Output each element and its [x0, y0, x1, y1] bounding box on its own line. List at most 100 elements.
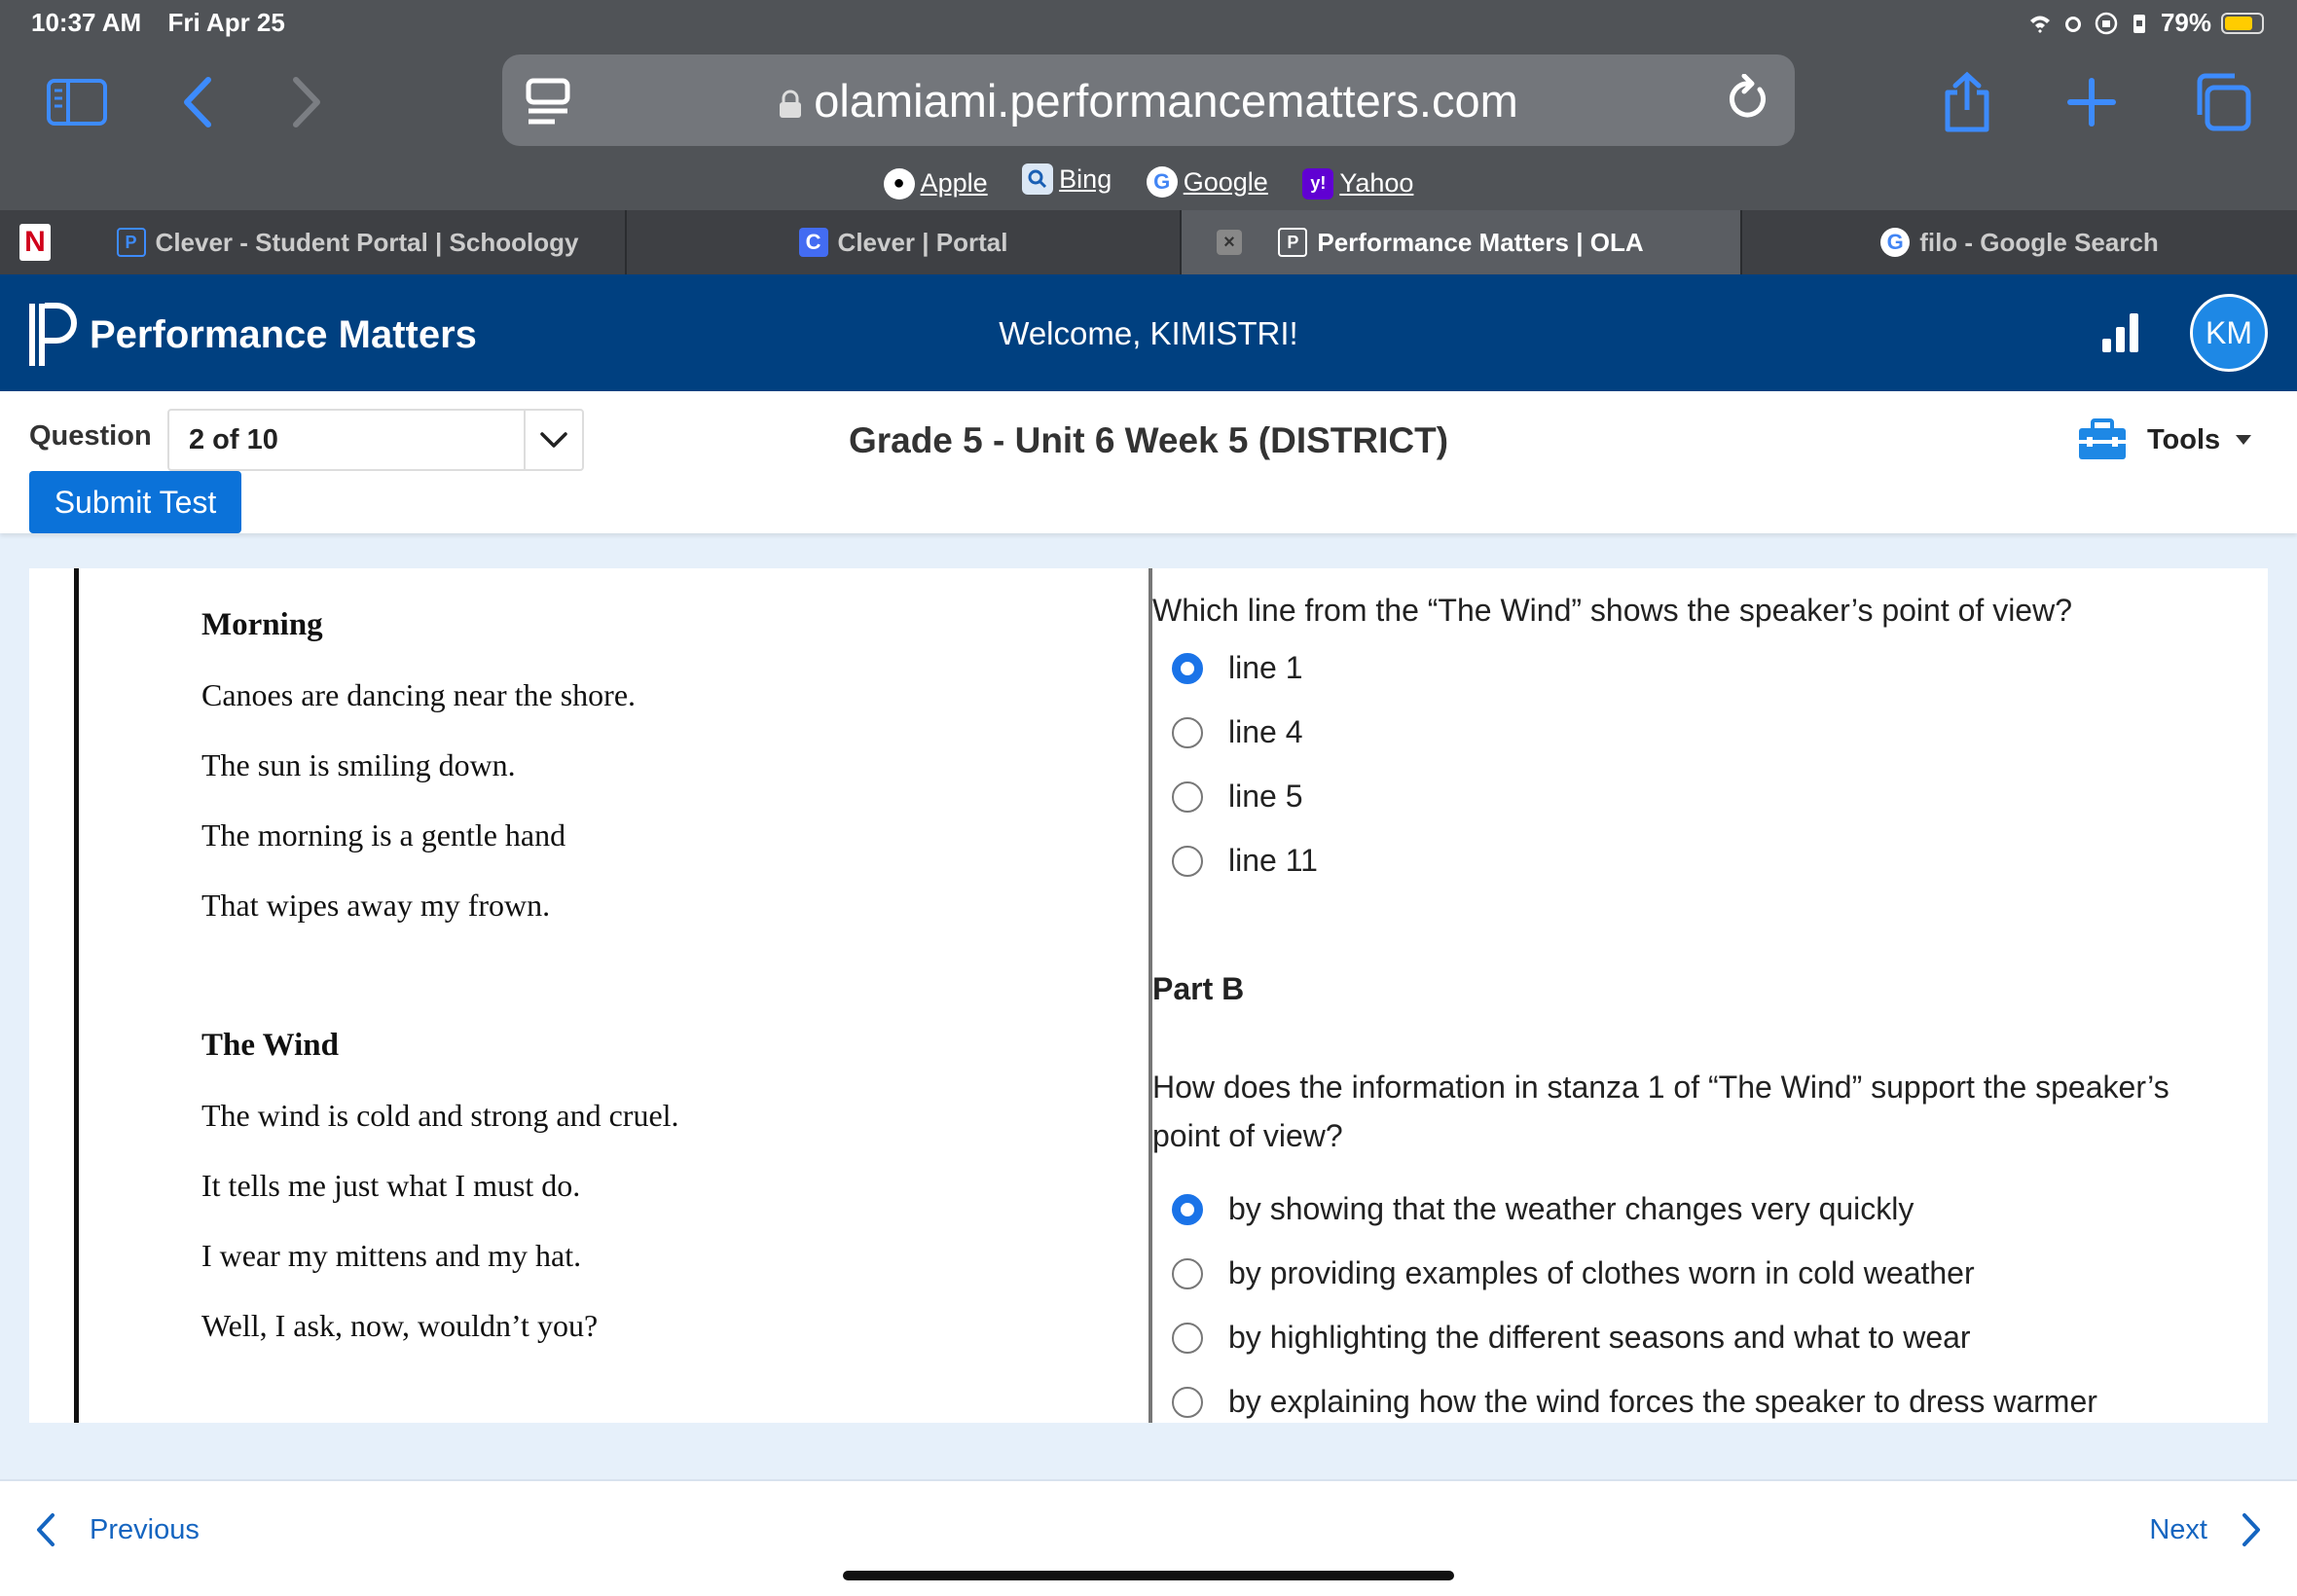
favorite-label: Apple: [920, 168, 988, 198]
option-label: by providing examples of clothes worn in…: [1228, 1255, 1975, 1290]
tab-overview-button[interactable]: [2188, 68, 2256, 136]
share-button[interactable]: [1933, 68, 2001, 136]
wifi-icon: [2029, 16, 2050, 33]
tools-menu-button[interactable]: Tools: [2077, 418, 2252, 461]
poem-line: The sun is smiling down.: [201, 747, 516, 782]
tabs-icon: [2197, 73, 2251, 131]
part-b-option[interactable]: by explaining how the wind forces the sp…: [1172, 1384, 2097, 1420]
avatar[interactable]: KM: [2190, 294, 2268, 372]
home-indicator[interactable]: [843, 1571, 1454, 1580]
option-label: line 1: [1228, 650, 1303, 685]
poem-line: The wind is cold and strong and cruel.: [201, 1098, 679, 1133]
previous-label: Previous: [90, 1513, 200, 1545]
test-title: Grade 5 - Unit 6 Week 5 (DISTRICT): [848, 420, 1449, 460]
battery-icon: [2221, 12, 2264, 34]
poem-line: That wipes away my frown.: [201, 888, 551, 923]
welcome-message: Welcome, KIMISTRI!: [999, 315, 1298, 351]
battery-lock-icon: [2133, 14, 2145, 33]
clever-icon: C: [798, 228, 828, 257]
back-button[interactable]: [164, 68, 232, 136]
new-tab-button[interactable]: [2058, 68, 2126, 136]
close-tab-icon[interactable]: ×: [1217, 230, 1242, 255]
option-label: line 5: [1228, 779, 1303, 814]
toolbox-icon: [2079, 418, 2126, 459]
browser-chrome: 10:37 AM Fri Apr 25 79% olamiami.perform…: [0, 0, 2297, 210]
tools-label: Tools: [2147, 423, 2221, 455]
option-label: line 11: [1228, 843, 1318, 878]
part-b-option[interactable]: by highlighting the different seasons an…: [1172, 1320, 1971, 1356]
option-label: by showing that the weather changes very…: [1228, 1191, 1914, 1226]
apple-icon: ●: [883, 167, 915, 200]
google-icon: G: [1146, 166, 1178, 198]
google-icon: G: [1880, 228, 1911, 257]
poem-line: Well, I ask, now, wouldn’t you?: [201, 1308, 599, 1343]
status-time: 10:37 AM: [31, 8, 142, 37]
part-b-option[interactable]: by providing examples of clothes worn in…: [1172, 1255, 1975, 1291]
favorite-label: Yahoo: [1339, 168, 1414, 198]
submit-test-button[interactable]: Submit Test: [29, 471, 241, 533]
option-label: by highlighting the different seasons an…: [1228, 1320, 1971, 1355]
app-header: Performance Matters Welcome, KIMISTRI! K…: [0, 274, 2297, 391]
favorite-bing[interactable]: Bing: [1022, 163, 1112, 195]
question-pane: Which line from the “The Wind” shows the…: [1152, 568, 2268, 1423]
part-a-option[interactable]: line 1: [1172, 650, 1303, 686]
sidebar-toggle-button[interactable]: [43, 68, 111, 136]
poem-title: The Wind: [201, 1028, 339, 1063]
poem-line: The morning is a gentle hand: [201, 817, 566, 852]
tab-performance-matters[interactable]: × P Performance Matters | OLA: [1182, 210, 1742, 274]
netflix-tab-icon[interactable]: N: [0, 210, 70, 274]
part-a-prompt: Which line from the “The Wind” shows the…: [1152, 593, 2072, 628]
question-content: Morning Canoes are dancing near the shor…: [29, 568, 2268, 1423]
next-button[interactable]: Next: [2149, 1512, 2262, 1547]
radio-icon[interactable]: [1172, 780, 1203, 813]
tab-google-search[interactable]: G filo - Google Search: [1742, 210, 2297, 274]
lock-icon: [780, 90, 802, 118]
radio-icon[interactable]: [1172, 716, 1203, 748]
option-label: line 4: [1228, 714, 1303, 749]
url-text: olamiami.performancematters.com: [502, 74, 1795, 127]
tab-schoology[interactable]: P Clever - Student Portal | Schoology: [70, 210, 627, 274]
part-b-prompt: How does the information in stanza 1 of …: [1152, 1070, 2169, 1153]
favorite-yahoo[interactable]: y! Yahoo: [1302, 167, 1414, 200]
performance-matters-icon: P: [1278, 228, 1308, 257]
radio-icon[interactable]: [1172, 1322, 1203, 1354]
favorite-label: Bing: [1059, 163, 1112, 194]
part-a-option[interactable]: line 4: [1172, 714, 1303, 750]
reload-icon[interactable]: [1727, 74, 1769, 123]
battery-percent: 79%: [2160, 8, 2211, 37]
share-icon: [1945, 71, 1989, 132]
chevron-right-icon: [293, 77, 320, 127]
url-value: olamiami.performancematters.com: [814, 75, 1518, 127]
status-date: Fri Apr 25: [167, 8, 285, 37]
radio-selected-icon[interactable]: [1172, 1193, 1203, 1225]
chevron-right-icon: [2242, 1513, 2260, 1546]
favorite-apple[interactable]: ● Apple: [883, 167, 988, 200]
address-bar[interactable]: olamiami.performancematters.com: [502, 54, 1795, 146]
tab-label: Clever | Portal: [837, 227, 1008, 257]
tab-bar: N P Clever - Student Portal | Schoology …: [0, 210, 2297, 274]
tab-clever[interactable]: C Clever | Portal: [627, 210, 1182, 274]
reports-icon[interactable]: [2102, 311, 2138, 352]
tab-label: Performance Matters | OLA: [1317, 227, 1644, 257]
part-b-option[interactable]: by showing that the weather changes very…: [1172, 1191, 1914, 1227]
part-b-heading: Part B: [1152, 971, 1245, 1006]
part-a-option[interactable]: line 11: [1172, 843, 1318, 879]
poem-line: It tells me just what I must do.: [201, 1168, 581, 1203]
poem-line: Canoes are dancing near the shore.: [201, 677, 637, 712]
option-label: by explaining how the wind forces the sp…: [1228, 1384, 2097, 1419]
passage-pane: Morning Canoes are dancing near the shor…: [74, 568, 1180, 1423]
favorite-google[interactable]: G Google: [1146, 166, 1268, 198]
caret-down-icon: [2236, 435, 2252, 445]
status-bar: 10:37 AM Fri Apr 25: [31, 8, 305, 38]
previous-button[interactable]: Previous: [35, 1512, 200, 1547]
schoology-icon: P: [116, 228, 146, 257]
radio-icon[interactable]: [1172, 1386, 1203, 1418]
radio-icon[interactable]: [1172, 845, 1203, 877]
forward-button[interactable]: [273, 68, 341, 136]
part-a-option[interactable]: line 5: [1172, 779, 1303, 815]
question-toolbar: Question 2 of 10 Submit Test Grade 5 - U…: [0, 391, 2297, 533]
favorites-bar: ● Apple Bing G Google y! Yahoo: [0, 163, 2297, 200]
radio-selected-icon[interactable]: [1172, 652, 1203, 684]
tab-label: filo - Google Search: [1919, 227, 2159, 257]
radio-icon[interactable]: [1172, 1257, 1203, 1289]
